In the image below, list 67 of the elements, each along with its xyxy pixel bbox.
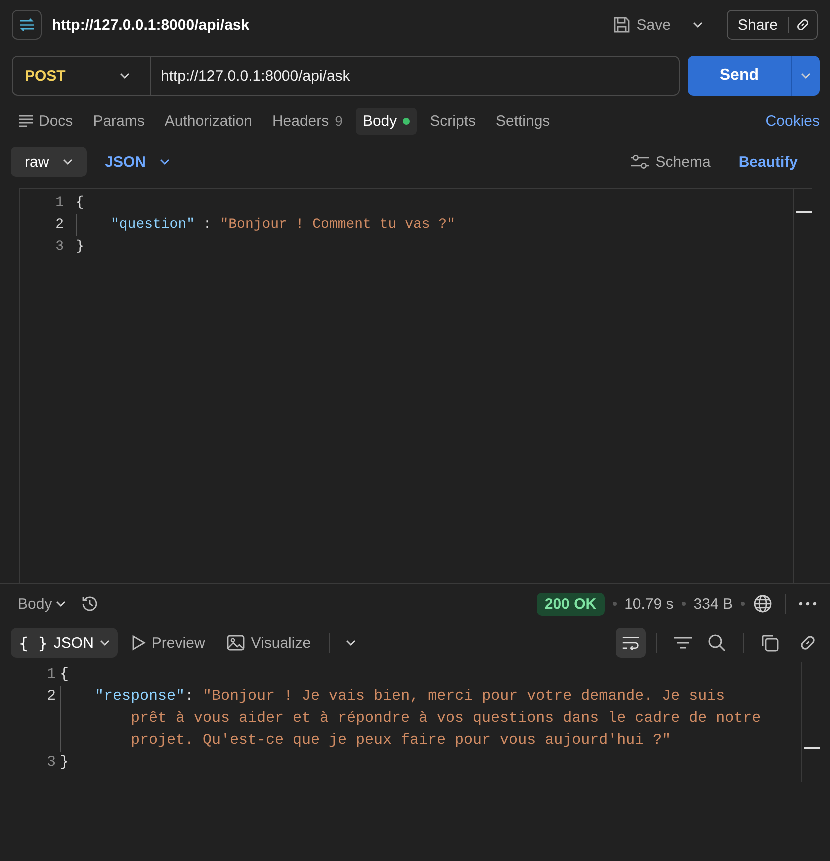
wrap-lines-button[interactable] <box>616 628 646 658</box>
response-time: 10.79 s <box>624 596 674 612</box>
line-number: 3 <box>46 753 56 773</box>
filter-icon[interactable] <box>673 635 693 651</box>
url-field[interactable]: http://127.0.0.1:8000/api/ask <box>151 68 679 84</box>
tab[interactable]: Params <box>86 108 152 134</box>
share-button[interactable]: Share <box>728 11 788 39</box>
chevron-icon <box>56 601 66 607</box>
link-icon[interactable] <box>798 633 818 653</box>
sliders-icon <box>630 154 650 170</box>
more-icon[interactable] <box>798 601 818 607</box>
scrollbar[interactable] <box>801 662 820 782</box>
method-dropdown[interactable]: POST <box>13 57 151 95</box>
view-tab[interactable]: Visualize <box>219 628 320 658</box>
line-number: 2 <box>46 687 56 707</box>
code-line: } <box>59 753 70 773</box>
docs-icon <box>19 115 33 127</box>
chevron-icon <box>692 22 703 28</box>
beautify-link[interactable]: Beautify <box>738 154 798 170</box>
status-badge: 200 OK <box>536 592 605 616</box>
tab[interactable]: Headers 9 <box>265 108 350 134</box>
line-number: 1 <box>54 194 64 213</box>
chevron-icon <box>160 159 170 165</box>
code-line: { <box>59 665 70 685</box>
play-icon <box>132 635 146 651</box>
code-line: "response": "Bonjour ! Je vais bien, merci pour votre demande. Je suis prêt à vous aider et à répondre à vos questions dans le cadre de notre projet. Qu'est-ce que je peux faire pour vous aujourd'hui ?" <box>95 687 762 751</box>
wrap-icon <box>622 635 640 651</box>
send-button[interactable]: Send <box>688 56 791 96</box>
globe-icon[interactable] <box>753 594 773 614</box>
line-number: 3 <box>54 238 64 257</box>
url-bar[interactable]: POST http://127.0.0.1:8000/api/ask <box>12 56 680 96</box>
line-number: 1 <box>46 665 56 685</box>
chevron-icon <box>346 640 356 646</box>
request-body-editor[interactable]: 1 { 2 "question" : "Bonjour ! Comment tu vas ?" 3 } <box>19 188 812 583</box>
response-section-dropdown[interactable]: Body <box>18 596 66 612</box>
chevron-icon <box>100 640 110 646</box>
chevron-icon <box>120 73 130 79</box>
copy-icon[interactable] <box>760 633 780 653</box>
scrollbar[interactable] <box>793 189 812 583</box>
request-title: http://127.0.0.1:8000/api/ask <box>52 16 250 34</box>
tab[interactable]: Body <box>356 108 418 134</box>
body-mode-dropdown[interactable]: raw <box>11 147 88 177</box>
link-icon[interactable] <box>795 17 811 33</box>
braces-icon: { } <box>19 634 48 652</box>
tab[interactable]: Authorization <box>158 108 260 134</box>
send-options-icon <box>801 73 811 79</box>
view-tab[interactable]: { } JSON <box>11 628 118 658</box>
view-tab[interactable]: Preview <box>124 628 214 658</box>
tab[interactable]: Docs <box>12 108 80 134</box>
tab[interactable]: Settings <box>488 108 558 134</box>
code-line: } <box>75 238 84 257</box>
language-dropdown[interactable]: JSON <box>99 152 176 172</box>
save-icon <box>612 16 631 34</box>
count-label: 9 <box>335 113 343 129</box>
cookies-link[interactable]: Cookies <box>766 112 820 130</box>
tab[interactable]: Scripts <box>423 108 483 134</box>
status-dot-icon <box>403 118 410 124</box>
line-number: 2 <box>54 216 64 235</box>
search-icon[interactable] <box>707 633 727 653</box>
image-icon <box>227 635 246 651</box>
schema-button[interactable]: Schema <box>624 152 717 172</box>
code-line: { <box>75 194 84 213</box>
response-size: 334 B <box>694 596 733 612</box>
save-button[interactable]: Save <box>606 12 677 38</box>
code-line: "question" : "Bonjour ! Comment tu vas ?" <box>111 216 456 235</box>
http-request-icon <box>12 10 42 40</box>
chevron-icon <box>63 159 74 165</box>
